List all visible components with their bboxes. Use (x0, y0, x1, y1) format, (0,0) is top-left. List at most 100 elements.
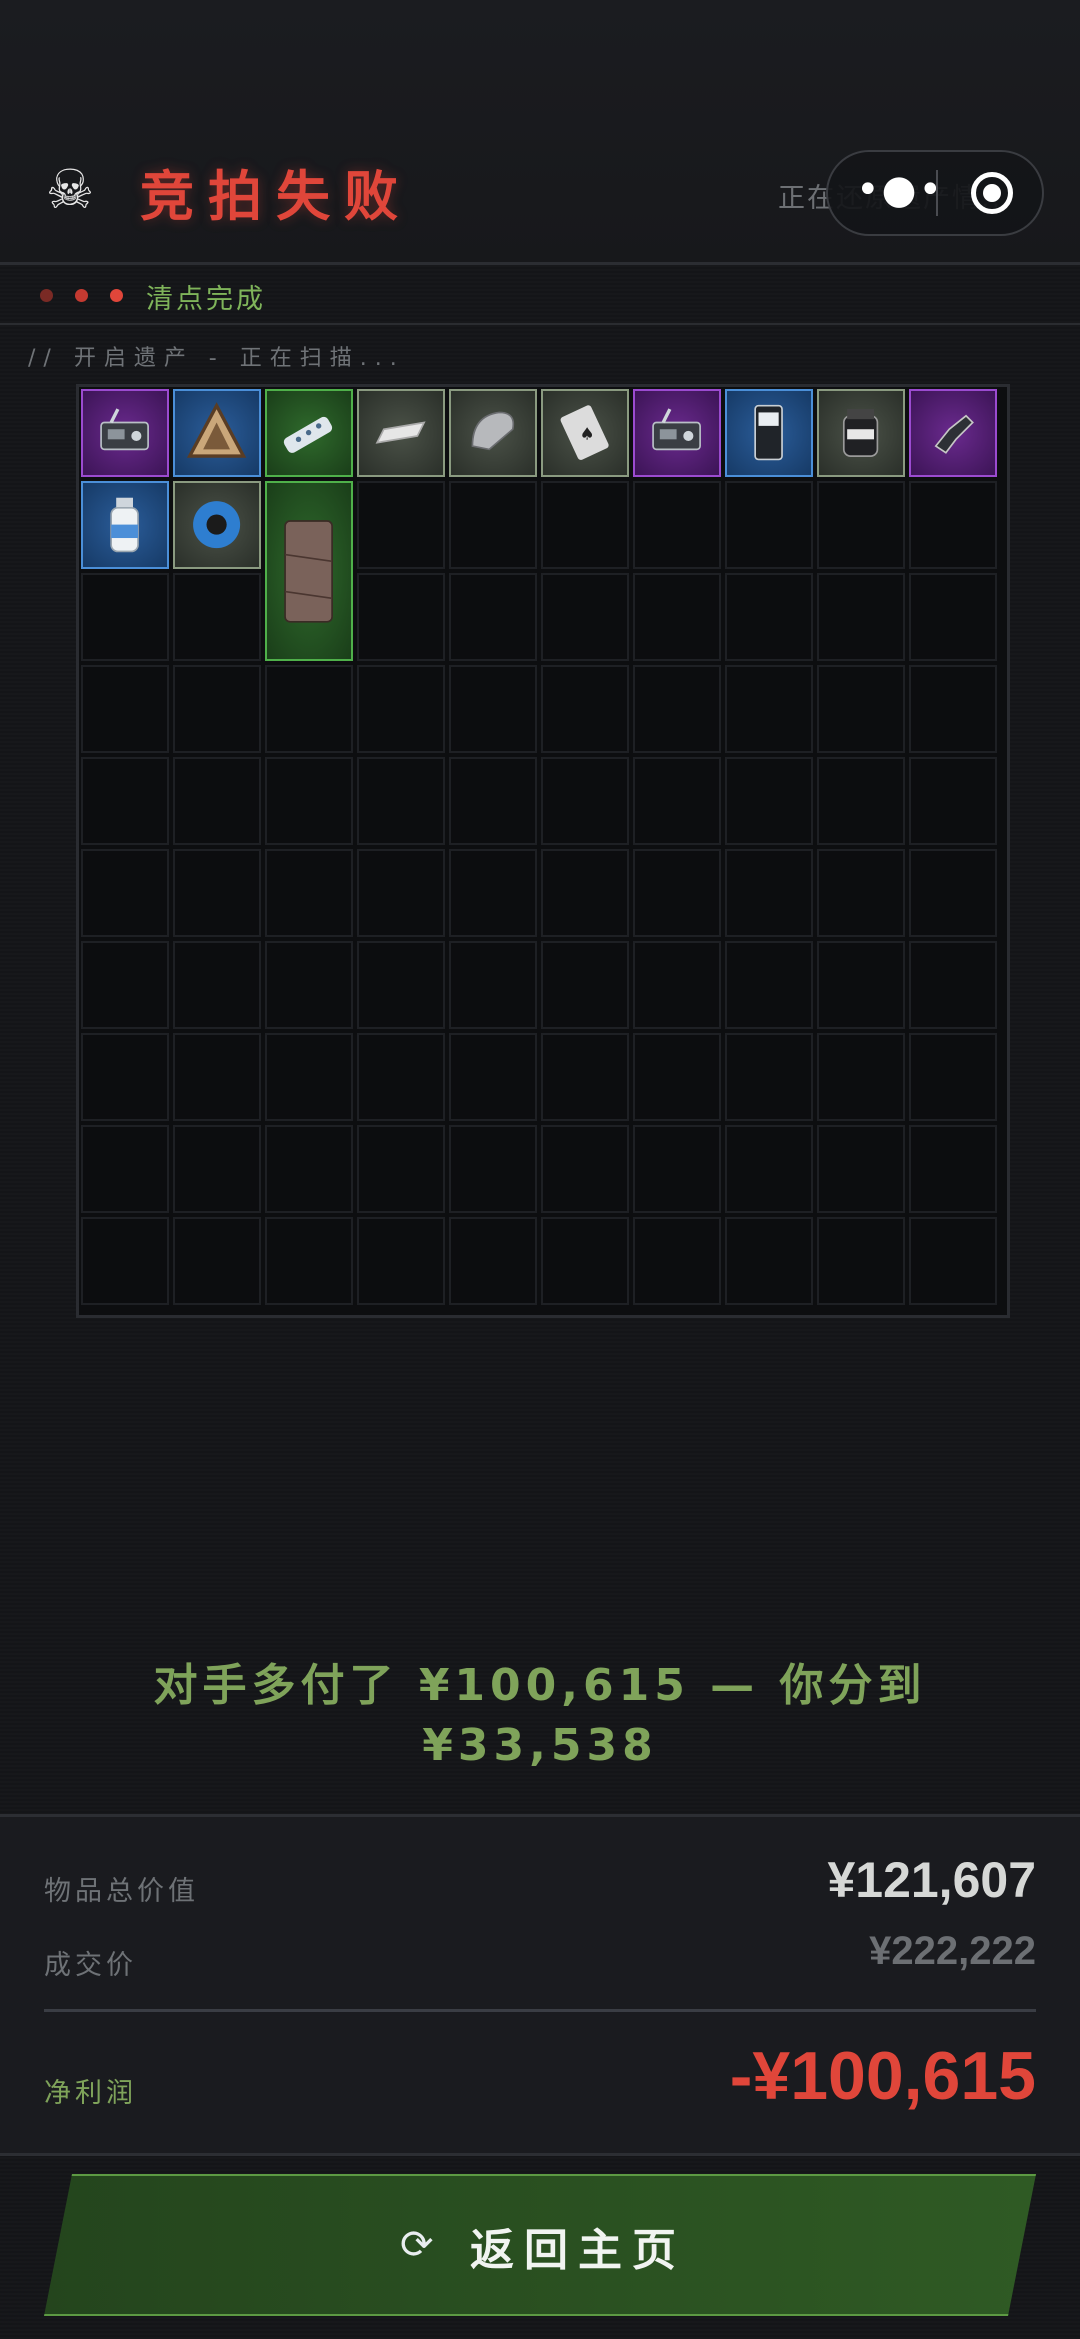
inventory-slot (909, 1217, 997, 1305)
inventory-slot (173, 757, 261, 845)
inventory-slot (633, 1125, 721, 1213)
inventory-slot (817, 665, 905, 753)
inventory-slot (357, 665, 445, 753)
inventory-slot (725, 757, 813, 845)
inventory-slot (817, 1125, 905, 1213)
item-tactical-part[interactable] (909, 389, 997, 477)
status-bar: 清点完成 (0, 265, 1080, 325)
inventory-slot (817, 849, 905, 937)
result-message-line1: 对手多付了 ¥100,615 — 你分到 (153, 1660, 927, 1711)
radio-icon (83, 391, 167, 475)
inventory-slot (449, 941, 537, 1029)
inventory-slot (357, 941, 445, 1029)
inventory-slot (449, 665, 537, 753)
inventory-slot (541, 941, 629, 1029)
inventory-slot (909, 481, 997, 569)
summary-divider (44, 2009, 1036, 2012)
net-profit: -¥100,615 (729, 2038, 1036, 2114)
pack-icon (727, 391, 811, 475)
inventory-slot (449, 1125, 537, 1213)
total-value-label: 物品总价值 (44, 1876, 199, 1907)
inventory-slot (265, 1033, 353, 1121)
inventory-slot (173, 1125, 261, 1213)
capsule-divider (936, 170, 938, 216)
inventory-slot (357, 1033, 445, 1121)
inventory-slot (265, 1217, 353, 1305)
inventory-slot (909, 573, 997, 661)
inventory-slot (909, 849, 997, 937)
inventory-slot (265, 665, 353, 753)
inventory-slot (81, 1033, 169, 1121)
inventory-slot (81, 1217, 169, 1305)
inventory-slot (541, 481, 629, 569)
result-message-line2: ¥33,538 (422, 1720, 658, 1771)
item-water-bottle[interactable] (81, 481, 169, 569)
item-triangle-badge[interactable] (173, 389, 261, 477)
item-paper-note[interactable] (357, 389, 445, 477)
triangle-icon (175, 391, 259, 475)
inventory-slot (449, 849, 537, 937)
inventory-slot (81, 573, 169, 661)
inventory-slot (173, 665, 261, 753)
skull-icon: ☠ (45, 158, 95, 221)
inventory-slot (817, 941, 905, 1029)
inventory-slot (725, 573, 813, 661)
inventory-slot (81, 757, 169, 845)
inventory-slot (541, 665, 629, 753)
inventory-slot (725, 665, 813, 753)
inventory-slot (633, 941, 721, 1029)
mouse-icon (451, 391, 535, 475)
item-radio-device-2[interactable] (633, 389, 721, 477)
inventory-slot (449, 481, 537, 569)
item-playing-card[interactable]: ♠ (541, 389, 629, 477)
item-computer-mouse[interactable] (449, 389, 537, 477)
inventory-slot (817, 1217, 905, 1305)
inventory-slot (633, 573, 721, 661)
inventory-slot (357, 757, 445, 845)
inventory-slot (817, 757, 905, 845)
inventory-slot (909, 665, 997, 753)
item-tape-roll[interactable] (173, 481, 261, 569)
inventory-slot (909, 757, 997, 845)
item-supplement-jar[interactable] (817, 389, 905, 477)
inventory-slot (449, 573, 537, 661)
item-snack-pack[interactable] (725, 389, 813, 477)
inventory-slot (81, 665, 169, 753)
deal-price-label: 成交价 (44, 1950, 137, 1981)
status-dot (75, 289, 88, 302)
deal-price: ¥222,222 (869, 1929, 1036, 1973)
inventory-slot (817, 573, 905, 661)
inventory-slot (265, 849, 353, 937)
inventory-slot (541, 1125, 629, 1213)
inventory-slot (817, 1033, 905, 1121)
power-strip-icon (267, 391, 351, 475)
more-dots-icon[interactable]: •●• (856, 170, 942, 216)
inventory-slot (909, 1033, 997, 1121)
inventory-slot (81, 1125, 169, 1213)
page-title: 竞拍失败 (140, 165, 412, 228)
inventory-slot (725, 941, 813, 1029)
item-leather-wallet[interactable] (265, 481, 353, 661)
inventory-slot (817, 481, 905, 569)
paper-icon (359, 391, 443, 475)
inventory-slot (173, 941, 261, 1029)
jar-icon (819, 391, 903, 475)
card-icon: ♠ (543, 391, 627, 475)
inventory-slot (173, 1033, 261, 1121)
inventory-slot (725, 849, 813, 937)
scan-progress-text: // 开启遗产 - 正在扫描... (28, 346, 405, 371)
target-close-icon[interactable] (971, 172, 1013, 214)
refresh-icon: ⟳ (400, 2222, 434, 2268)
radio-icon (635, 391, 719, 475)
wallet-icon (267, 483, 351, 659)
item-power-strip[interactable] (265, 389, 353, 477)
item-radio-device[interactable] (81, 389, 169, 477)
inventory-slot (449, 757, 537, 845)
status-dot (110, 289, 123, 302)
inventory-slot (357, 573, 445, 661)
inventory-slot (449, 1033, 537, 1121)
inventory-slot (633, 1217, 721, 1305)
svg-text:♠: ♠ (580, 424, 595, 444)
inventory-slot (633, 757, 721, 845)
inventory-slot (541, 757, 629, 845)
